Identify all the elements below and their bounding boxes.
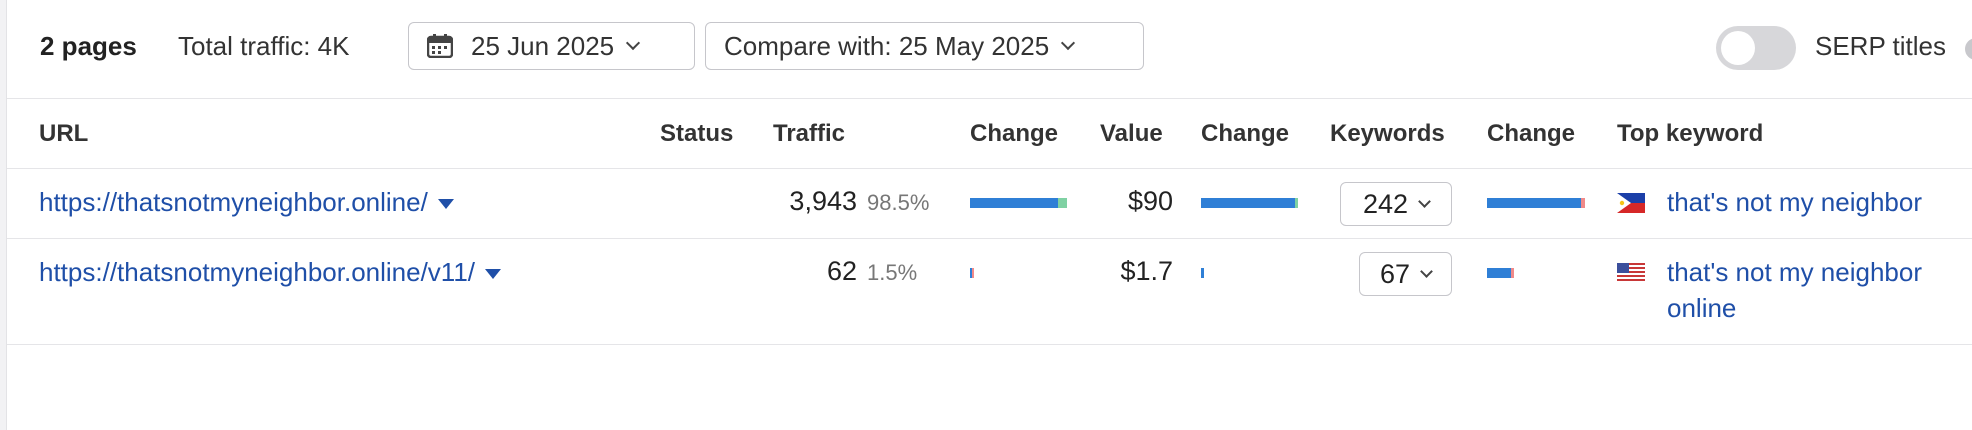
calendar-icon (427, 34, 453, 58)
column-keywords[interactable]: Keywords (1330, 120, 1445, 148)
date-label: 25 Jun 2025 (471, 30, 615, 61)
table-row: https://thatsnotmyneighbor.online/ 3,943… (7, 168, 1972, 239)
traffic-share: 98.5% (867, 190, 930, 215)
url-link[interactable]: https://thatsnotmyneighbor.online/ (39, 187, 454, 218)
keywords-dropdown[interactable]: 242 (1340, 182, 1452, 226)
keywords-change-decrease (1581, 198, 1585, 208)
value-change-bar (1201, 198, 1295, 208)
top-keyword-link[interactable]: that's not my neighbor (1667, 184, 1967, 220)
column-traffic-change[interactable]: Change (970, 120, 1058, 148)
chevron-down-icon (626, 35, 641, 51)
traffic-change-decrease (972, 268, 974, 278)
column-value-change[interactable]: Change (1201, 120, 1289, 148)
column-url[interactable]: URL (39, 120, 88, 148)
total-traffic: Total traffic: 4K (178, 31, 350, 61)
chevron-down-icon (1418, 194, 1431, 208)
column-value[interactable]: Value (1100, 120, 1163, 148)
us-flag-icon (1617, 263, 1645, 283)
chevron-down-icon (1061, 35, 1076, 51)
column-status[interactable]: Status (660, 120, 733, 148)
caret-down-icon[interactable] (485, 269, 502, 280)
keywords-count: 67 (1379, 258, 1411, 289)
keywords-change-decrease (1511, 268, 1514, 278)
table-row: https://thatsnotmyneighbor.online/v11/ 6… (7, 238, 1972, 345)
toolbar: 2 pages Total traffic: 4K 25 Jun 2025 Co… (7, 0, 1972, 99)
top-keyword-link[interactable]: that's not my neighbor online (1667, 254, 1967, 326)
column-top-keyword[interactable]: Top keyword (1617, 120, 1763, 148)
traffic-share: 1.5% (867, 260, 918, 285)
value-change-bar (1201, 268, 1204, 278)
scroll-handle[interactable] (1965, 38, 1972, 60)
serp-titles-toggle[interactable] (1716, 26, 1796, 70)
keywords-change-bar (1487, 268, 1511, 278)
column-keywords-change[interactable]: Change (1487, 120, 1575, 148)
compare-label: Compare with: 25 May 2025 (724, 30, 1050, 61)
philippines-flag-icon (1617, 193, 1645, 213)
keywords-count: 242 (1362, 188, 1409, 219)
traffic-value: 62 (826, 256, 857, 286)
chevron-down-icon (1420, 264, 1433, 278)
toggle-knob (1721, 31, 1755, 65)
value-change-increase (1295, 198, 1298, 208)
traffic-change-bar (970, 198, 1058, 208)
caret-down-icon[interactable] (437, 199, 454, 210)
column-traffic[interactable]: Traffic (773, 120, 845, 148)
value-amount: $90 (1127, 186, 1173, 216)
table-header: URL Status Traffic Change Value Change K… (7, 98, 1972, 169)
date-picker-button[interactable]: 25 Jun 2025 (408, 22, 695, 70)
url-link[interactable]: https://thatsnotmyneighbor.online/v11/ (39, 257, 502, 288)
serp-titles-label: SERP titles (1815, 31, 1947, 61)
traffic-change-increase (1058, 198, 1067, 208)
keywords-change-bar (1487, 198, 1581, 208)
value-amount: $1.7 (1120, 256, 1173, 286)
top-pages-panel: 2 pages Total traffic: 4K 25 Jun 2025 Co… (6, 0, 1972, 430)
compare-date-button[interactable]: Compare with: 25 May 2025 (705, 22, 1144, 70)
keywords-dropdown[interactable]: 67 (1359, 252, 1452, 296)
traffic-value: 3,943 (789, 186, 857, 216)
pages-count: 2 pages (40, 31, 137, 61)
